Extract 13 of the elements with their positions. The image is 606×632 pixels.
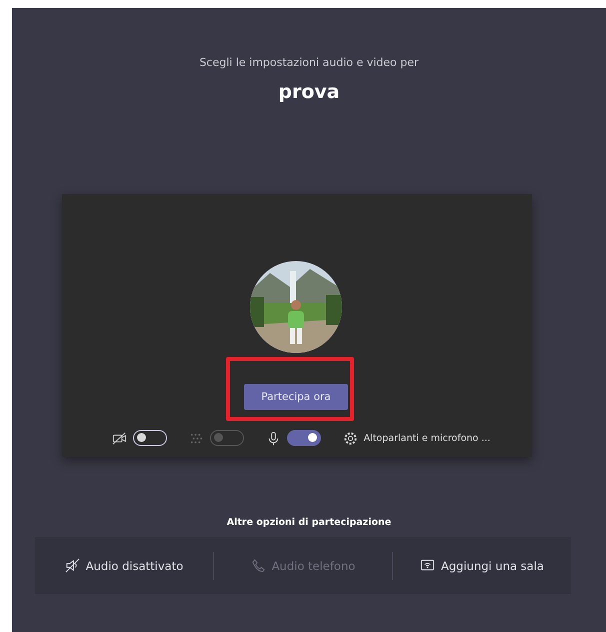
camera-off-icon <box>112 430 127 446</box>
option-button[interactable]: Audio disattivato <box>35 558 213 573</box>
room-display-icon <box>420 558 436 573</box>
subtitle: Scegli le impostazioni audio e video per <box>199 56 419 69</box>
join-now-button[interactable]: Partecipa ora <box>244 384 348 410</box>
option-button[interactable]: Aggiungi una sala <box>393 558 571 573</box>
phone-icon <box>250 558 266 573</box>
section-title: Altre opzioni di partecipazione <box>226 517 392 529</box>
meeting-name: prova <box>278 81 340 103</box>
settings-icon <box>342 430 358 446</box>
device-settings-link[interactable]: Altoparlanti e microfono ... <box>364 432 490 444</box>
toggle-switch[interactable] <box>286 430 321 446</box>
speaker-off-icon <box>64 558 80 573</box>
